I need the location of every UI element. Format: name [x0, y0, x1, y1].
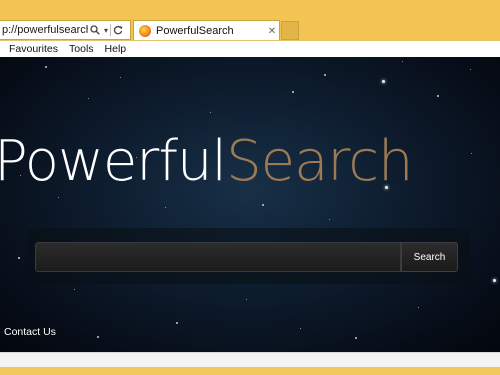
- new-tab-button[interactable]: [281, 21, 299, 40]
- search-input[interactable]: [35, 242, 401, 272]
- dropdown-icon[interactable]: ▾: [102, 21, 110, 39]
- powerfulsearch-logo: PowerfulSearch: [0, 129, 413, 194]
- starfield-background: [0, 57, 500, 352]
- close-tab-icon[interactable]: ✕: [265, 26, 279, 37]
- page-content: PowerfulSearch: [0, 57, 500, 352]
- address-bar[interactable]: p://powerfulsearch.... ▾: [0, 20, 131, 40]
- contact-us-link[interactable]: Contact Us: [4, 326, 56, 338]
- menu-help[interactable]: Help: [105, 43, 127, 55]
- menu-tools[interactable]: Tools: [69, 43, 94, 55]
- search-icon[interactable]: [88, 21, 102, 39]
- status-bar: [0, 352, 500, 375]
- status-bar-strip: [0, 352, 500, 367]
- menu-favourites[interactable]: Favourites: [9, 43, 58, 55]
- address-text[interactable]: p://powerfulsearch....: [0, 24, 88, 36]
- search-button[interactable]: Search: [401, 242, 458, 272]
- powerfulsearch-favicon-icon: [139, 25, 151, 37]
- refresh-icon[interactable]: [111, 21, 125, 39]
- tab-powerfulsearch[interactable]: PowerfulSearch ✕: [133, 20, 280, 41]
- tab-title: PowerfulSearch: [156, 25, 234, 37]
- menu-bar: Favourites Tools Help: [0, 40, 500, 57]
